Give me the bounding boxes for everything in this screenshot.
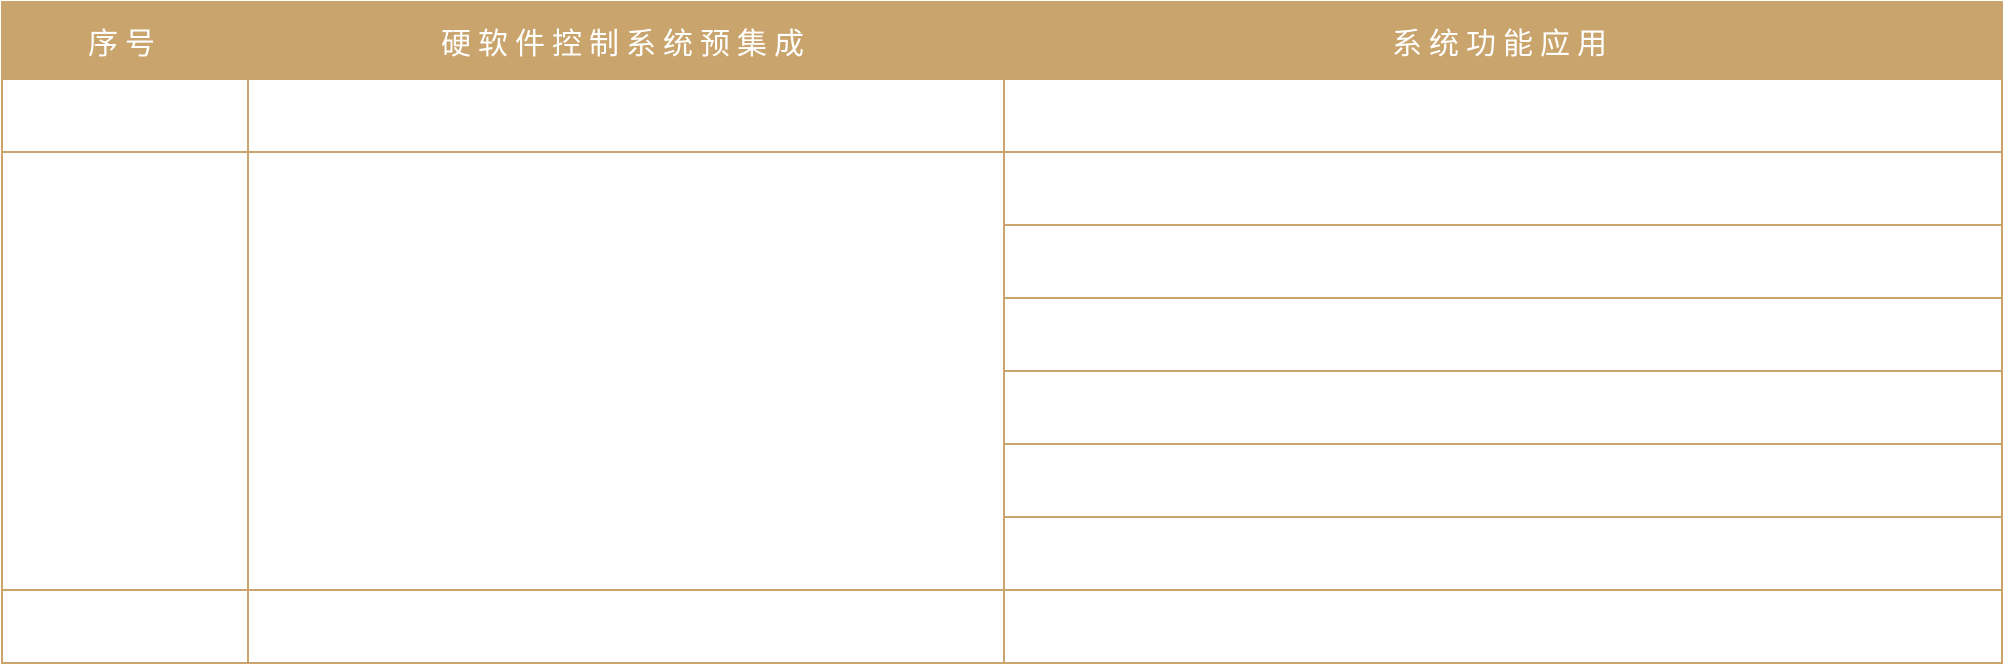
cell-function	[1003, 297, 2003, 372]
cell-index	[1, 78, 249, 153]
spec-table: 序号 硬软件控制系统预集成 系统功能应用	[1, 1, 2003, 664]
header-integration: 硬软件控制系统预集成	[247, 1, 1005, 80]
cell-function	[1003, 589, 2003, 664]
cell-integration	[247, 589, 1005, 664]
cell-function	[1003, 151, 2003, 226]
data-table: 序号 硬软件控制系统预集成 系统功能应用	[1, 1, 2003, 664]
header-function: 系统功能应用	[1003, 1, 2003, 80]
cell-function	[1003, 516, 2003, 591]
cell-function	[1003, 78, 2003, 153]
table-row	[1, 78, 2003, 153]
cell-function	[1003, 370, 2003, 445]
cell-index-merged	[1, 151, 249, 591]
header-row: 序号 硬软件控制系统预集成 系统功能应用	[1, 1, 2003, 80]
table-row	[1, 151, 2003, 591]
table-header: 序号 硬软件控制系统预集成 系统功能应用	[1, 1, 2003, 80]
cell-integration-merged	[247, 151, 1005, 591]
cell-integration	[247, 78, 1005, 153]
table-row	[1, 589, 2003, 664]
header-index: 序号	[1, 1, 249, 80]
cell-index	[1, 589, 249, 664]
table-body	[1, 78, 2003, 664]
cell-function	[1003, 224, 2003, 299]
cell-function	[1003, 443, 2003, 518]
